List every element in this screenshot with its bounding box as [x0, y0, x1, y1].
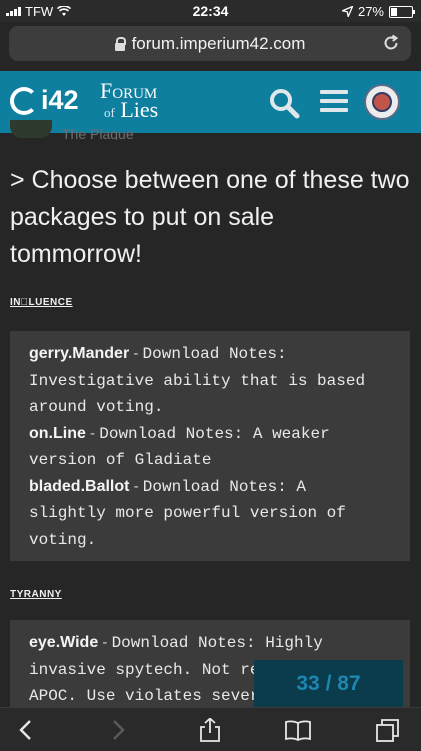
forum-title[interactable]: Forum of Lies: [100, 80, 158, 122]
forum-header: i42 Forum of Lies: [0, 71, 421, 133]
tabs-icon[interactable]: [375, 718, 401, 742]
battery-icon: [389, 5, 415, 18]
url-text[interactable]: forum.imperium42.com: [132, 34, 306, 54]
location-arrow-icon: [341, 6, 353, 17]
section-label-influence: IN⃞LUENCE: [10, 297, 73, 308]
previous-post-avatar: [10, 120, 52, 138]
bookmarks-icon[interactable]: [285, 718, 311, 742]
site-logo[interactable]: i42: [10, 85, 79, 116]
browser-toolbar: [0, 707, 421, 751]
search-icon[interactable]: [268, 87, 300, 119]
package-box-influence: gerry.Mander - Download Notes: Investiga…: [10, 331, 410, 561]
forward-icon[interactable]: [104, 718, 130, 742]
url-bar[interactable]: forum.imperium42.com: [9, 26, 411, 61]
package-item: on.Line - Download Notes: A weaker versi…: [29, 424, 330, 470]
status-bar: TFW 22:34 27%: [0, 0, 421, 22]
section-label-tyranny: TYRANNY: [10, 589, 62, 600]
post-page-counter[interactable]: 33 / 87: [254, 660, 403, 707]
post-heading: > Choose between one of these two packag…: [10, 166, 410, 268]
user-avatar[interactable]: [364, 84, 400, 120]
lock-icon: [114, 36, 126, 51]
previous-post-author: The Plague: [62, 128, 134, 140]
reload-icon[interactable]: [381, 33, 401, 53]
hamburger-menu-icon[interactable]: [320, 90, 348, 114]
package-item: gerry.Mander - Download Notes: Investiga…: [29, 345, 366, 416]
battery-percentage: 27%: [357, 4, 384, 19]
package-item: bladed.Ballot - Download Notes: A slight…: [29, 477, 346, 549]
share-icon[interactable]: [197, 718, 223, 742]
back-icon[interactable]: [14, 718, 40, 742]
logo-swirl-icon: [10, 86, 38, 115]
